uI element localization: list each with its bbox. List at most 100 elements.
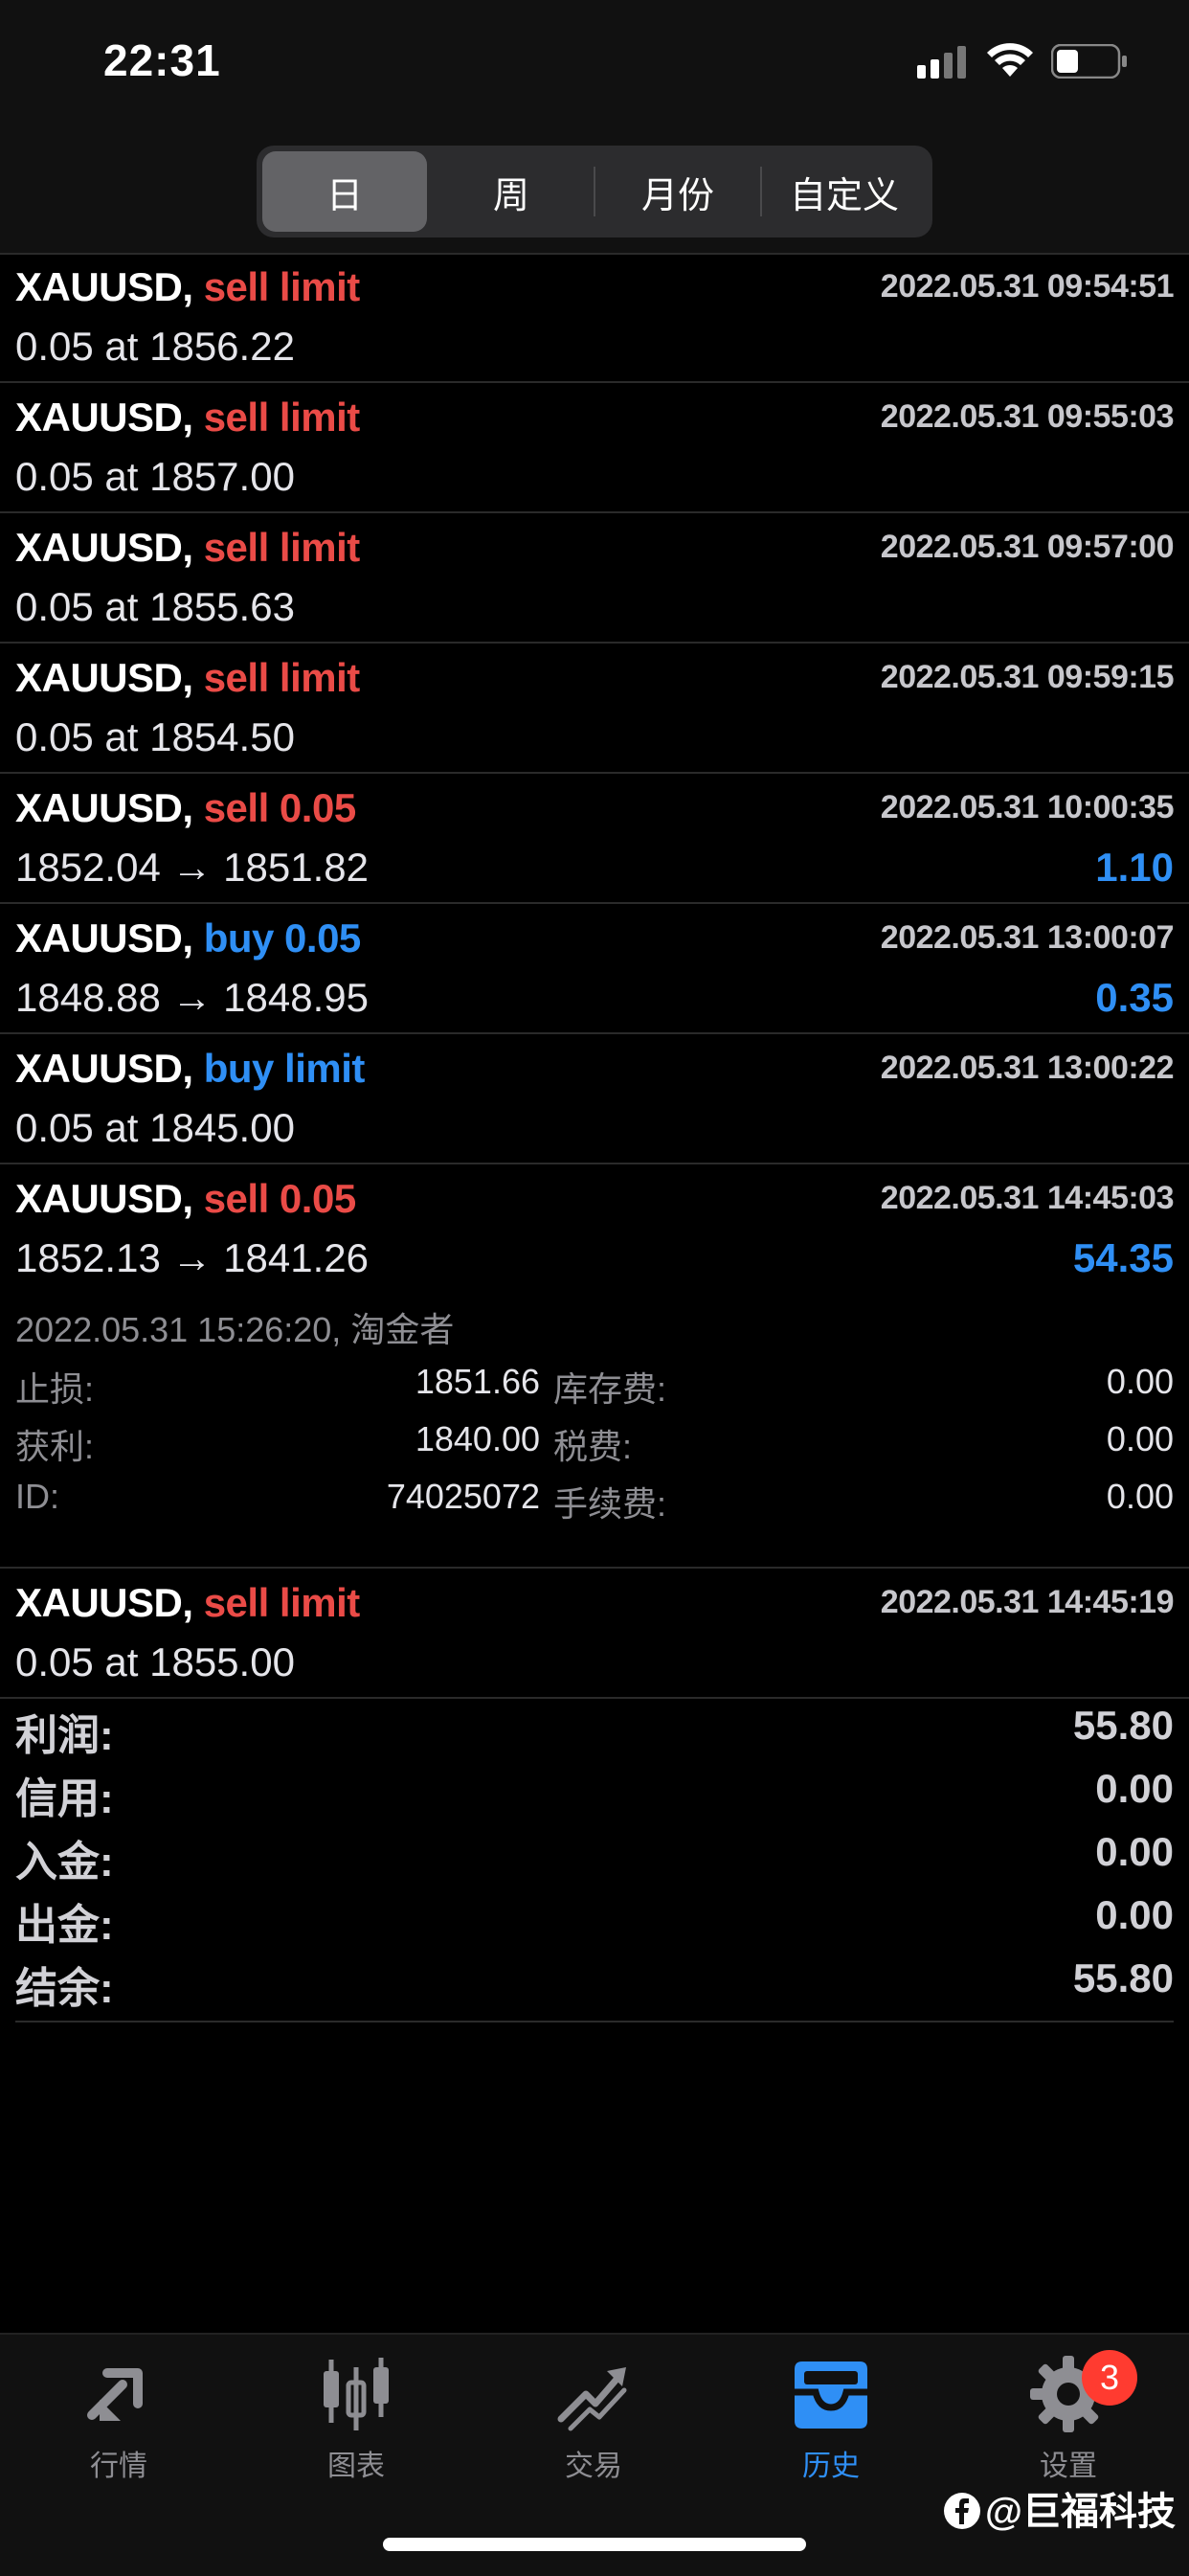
order-profit: 54.35 — [1072, 1235, 1174, 1280]
summary-value: 0.00 — [1095, 1766, 1174, 1811]
summary-credit: 信用: 0.00 — [15, 1758, 1174, 1822]
detail-line: ID: 74025072 手续费: 0.00 — [15, 1477, 1174, 1534]
tab-settings[interactable]: 3 设置 — [950, 2350, 1187, 2497]
stop-loss-value: 1851.66 — [415, 1362, 540, 1401]
id-value: 74025072 — [386, 1477, 540, 1516]
order-row[interactable]: XAUUSD, sell limit 2022.05.31 14:45:19 0… — [0, 1569, 1189, 1699]
tax-label: 税费: — [553, 1427, 633, 1466]
order-symbol: XAUUSD, sell limit — [15, 264, 360, 309]
order-time: 2022.05.31 13:00:07 — [880, 919, 1175, 956]
wifi-icon — [987, 43, 1033, 77]
order-type: sell limit — [203, 655, 361, 700]
trend-up-icon — [557, 2367, 627, 2431]
swap-label: 库存费: — [553, 1369, 667, 1409]
order-type: sell 0.05 — [203, 1176, 356, 1221]
order-time: 2022.05.31 09:57:00 — [880, 529, 1175, 565]
watermark-text: @巨福科技 — [984, 2491, 1176, 2533]
order-symbol: XAUUSD, sell limit — [15, 525, 361, 570]
tab-history[interactable]: 历史 — [712, 2354, 950, 2497]
stop-loss-label: 止损: — [15, 1369, 95, 1409]
tab-charts[interactable]: 图表 — [237, 2354, 475, 2497]
commission-value: 0.00 — [1106, 1477, 1174, 1516]
summary-withdrawal: 出金: 0.00 — [15, 1885, 1174, 1949]
order-price: 0.05 at 1857.00 — [15, 454, 295, 499]
period-segmented-control: 日 周 月份 自定义 — [257, 146, 932, 237]
status-bar: 22:31 — [0, 0, 1189, 134]
order-row[interactable]: XAUUSD, sell limit 2022.05.31 09:55:03 0… — [0, 383, 1189, 513]
summary-value: 55.80 — [1072, 1703, 1174, 1748]
account-summary: 利润: 55.80 信用: 0.00 入金: 0.00 出金: 0.00 结余:… — [15, 1695, 1174, 2022]
order-details: 止损: 1851.66 库存费: 0.00 获利: 1840.00 税费: 0.… — [15, 1362, 1174, 1534]
order-symbol: XAUUSD, sell limit — [15, 1580, 361, 1625]
order-row[interactable]: XAUUSD, sell limit 2022.05.31 09:54:51 0… — [0, 253, 1189, 383]
tab-label: 图表 — [327, 2451, 385, 2482]
order-row[interactable]: XAUUSD, sell 0.05 2022.05.31 10:00:35 18… — [0, 774, 1189, 904]
id-label: ID: — [15, 1477, 60, 1516]
period-tab-week[interactable]: 周 — [429, 151, 594, 232]
order-row[interactable]: XAUUSD, buy 0.05 2022.05.31 13:00:07 184… — [0, 904, 1189, 1034]
history-header: 日 周 月份 自定义 — [0, 134, 1189, 255]
summary-label: 利润: — [15, 1712, 114, 1759]
order-history-list: XAUUSD, sell limit 2022.05.31 09:54:51 0… — [0, 253, 1189, 1699]
order-symbol: XAUUSD, sell 0.05 — [15, 785, 356, 830]
period-tab-custom[interactable]: 自定义 — [762, 151, 927, 232]
order-time: 2022.05.31 09:59:15 — [880, 659, 1175, 695]
order-price: 1852.04 → 1851.82 — [15, 845, 369, 890]
summary-value: 0.00 — [1095, 1892, 1174, 1937]
battery-icon — [1051, 44, 1127, 79]
order-price: 0.05 at 1854.50 — [15, 714, 295, 759]
summary-deposit: 入金: 0.00 — [15, 1821, 1174, 1886]
tab-label: 设置 — [1040, 2451, 1097, 2482]
swap-value: 0.00 — [1106, 1362, 1174, 1401]
order-time: 2022.05.31 13:00:22 — [880, 1050, 1175, 1086]
order-time: 2022.05.31 14:45:19 — [880, 1584, 1175, 1620]
order-time: 2022.05.31 09:55:03 — [880, 398, 1175, 435]
order-time: 2022.05.31 09:54:51 — [880, 268, 1175, 305]
summary-label: 信用: — [15, 1775, 114, 1822]
watermark: @巨福科技 — [943, 2480, 1176, 2536]
tab-trade[interactable]: 交易 — [475, 2354, 712, 2497]
order-row[interactable]: XAUUSD, sell limit 2022.05.31 09:59:15 0… — [0, 644, 1189, 774]
detail-line: 获利: 1840.00 税费: 0.00 — [15, 1419, 1174, 1477]
summary-label: 结余: — [15, 1965, 114, 2012]
order-price: 0.05 at 1845.00 — [15, 1105, 295, 1150]
order-close-time: 2022.05.31 15:26:20, 淘金者 — [15, 1310, 455, 1349]
order-price: 1852.13 → 1841.26 — [15, 1235, 369, 1280]
order-type: buy limit — [203, 1046, 366, 1091]
order-profit: 1.10 — [1095, 845, 1174, 890]
cellular-signal-icon — [917, 46, 966, 79]
order-type: sell limit — [203, 1580, 361, 1625]
candlestick-chart-icon — [324, 2358, 389, 2430]
order-price: 0.05 at 1855.63 — [15, 584, 295, 629]
order-time: 2022.05.31 10:00:35 — [880, 789, 1175, 825]
arrows-exchange-icon — [87, 2368, 143, 2421]
order-type: sell 0.05 — [203, 785, 356, 830]
order-type: buy 0.05 — [203, 915, 362, 960]
order-price: 0.05 at 1855.00 — [15, 1639, 295, 1684]
period-tab-month[interactable]: 月份 — [595, 151, 760, 232]
order-price: 0.05 at 1856.22 — [15, 324, 295, 369]
order-row[interactable]: XAUUSD, sell limit 2022.05.31 09:57:00 0… — [0, 513, 1189, 644]
order-row-expanded[interactable]: XAUUSD, sell 0.05 2022.05.31 14:45:03 18… — [0, 1164, 1189, 1569]
order-row[interactable]: XAUUSD, buy limit 2022.05.31 13:00:22 0.… — [0, 1034, 1189, 1164]
order-time: 2022.05.31 14:45:03 — [880, 1180, 1175, 1216]
summary-value: 0.00 — [1095, 1829, 1174, 1874]
status-time: 22:31 — [103, 35, 221, 85]
bottom-tab-bar: 行情 图表 交易 历史 3 设置 @巨福科技 — [0, 2333, 1189, 2576]
order-symbol: XAUUSD, buy 0.05 — [15, 915, 362, 960]
home-indicator — [383, 2538, 806, 2551]
order-symbol: XAUUSD, buy limit — [15, 1046, 366, 1091]
tab-quotes[interactable]: 行情 — [0, 2354, 237, 2497]
summary-value: 55.80 — [1072, 1955, 1174, 2000]
commission-label: 手续费: — [553, 1484, 667, 1524]
summary-label: 出金: — [15, 1902, 114, 1949]
notification-badge: 3 — [1082, 2350, 1137, 2406]
summary-balance: 结余: 55.80 — [15, 1948, 1174, 2012]
order-price: 1848.88 → 1848.95 — [15, 975, 369, 1020]
order-type: sell limit — [203, 525, 361, 570]
facebook-icon — [943, 2493, 980, 2529]
order-symbol: XAUUSD, sell limit — [15, 655, 361, 700]
tab-label: 交易 — [565, 2451, 622, 2482]
order-symbol: XAUUSD, sell 0.05 — [15, 1176, 356, 1221]
period-tab-day[interactable]: 日 — [262, 151, 427, 232]
